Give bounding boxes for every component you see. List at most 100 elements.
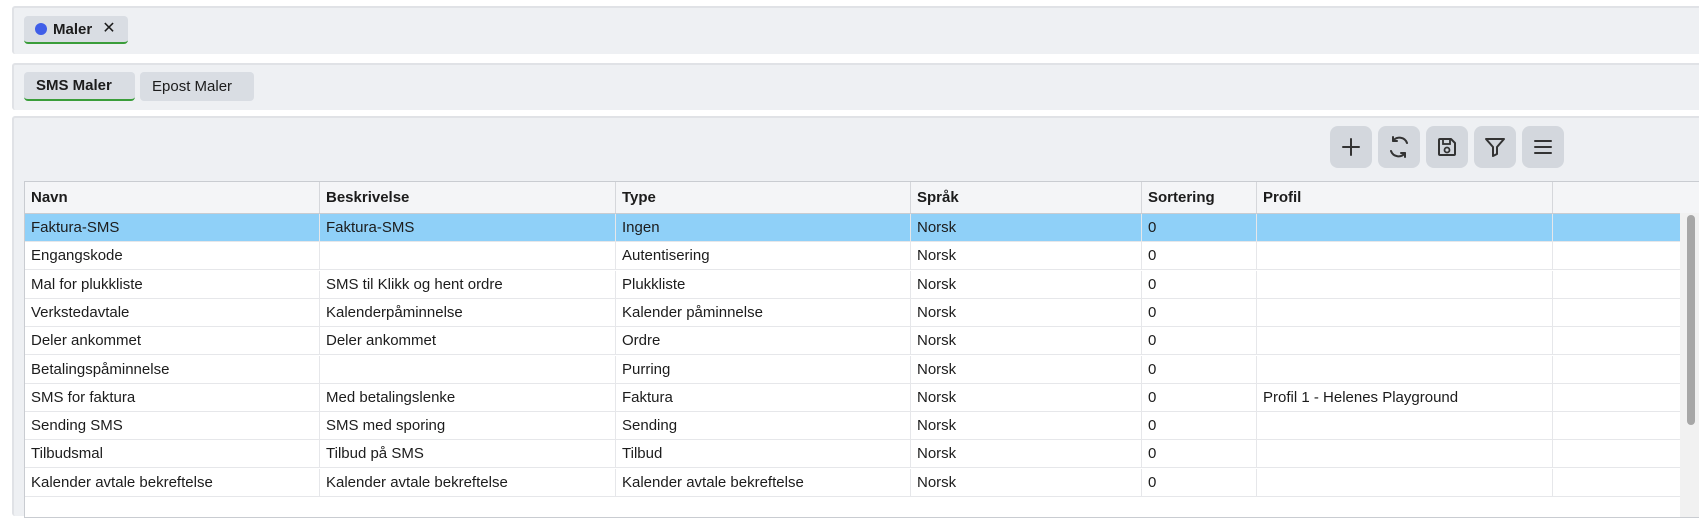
cell-navn: Kalender avtale bekreftelse (25, 468, 320, 496)
cell-sortering: 0 (1142, 298, 1257, 326)
cell-sortering: 0 (1142, 355, 1257, 383)
cell-type: Ordre (616, 327, 911, 355)
cell-beskrivelse: Kalender avtale bekreftelse (320, 468, 616, 496)
column-header-beskrivelse[interactable]: Beskrivelse (320, 182, 616, 213)
cell-beskrivelse (320, 355, 616, 383)
cell-type: Faktura (616, 383, 911, 411)
cell-type: Kalender avtale bekreftelse (616, 468, 911, 496)
cell-navn: Mal for plukkliste (25, 270, 320, 298)
tab-label: Epost Maler (152, 78, 233, 95)
cell-sprak: Norsk (911, 270, 1142, 298)
cell-sortering: 0 (1142, 468, 1257, 496)
cell-profil (1257, 270, 1553, 298)
status-dot-icon (35, 23, 47, 35)
cell-profil (1257, 355, 1553, 383)
cell-sortering: 0 (1142, 242, 1257, 270)
cell-navn: Sending SMS (25, 412, 320, 440)
table-row[interactable]: Verkstedavtale Kalenderpåminnelse Kalender… (25, 298, 1680, 327)
doc-tab-label: Maler (53, 20, 93, 38)
table-row[interactable]: Deler ankommet Deler ankommet Ordre Norsk 0 (25, 327, 1680, 356)
cell-profil (1257, 242, 1553, 270)
cell-navn: SMS for faktura (25, 383, 320, 411)
cell-beskrivelse: Tilbud på SMS (320, 440, 616, 468)
refresh-button[interactable] (1378, 126, 1420, 168)
column-header-profil[interactable]: Profil (1257, 182, 1553, 213)
scrollbar-thumb[interactable] (1687, 215, 1695, 425)
cell-sprak: Norsk (911, 214, 1142, 241)
cell-profil (1257, 214, 1553, 241)
menu-button[interactable] (1522, 126, 1564, 168)
cell-type: Sending (616, 412, 911, 440)
table-row[interactable]: Sending SMS SMS med sporing Sending Norsk 0 (25, 412, 1680, 441)
cell-beskrivelse: SMS til Klikk og hent ordre (320, 270, 616, 298)
cell-type: Plukkliste (616, 270, 911, 298)
table-row[interactable]: SMS for faktura Med betalingslenke Faktura… (25, 383, 1680, 412)
cell-navn: Engangskode (25, 242, 320, 270)
tab-label: SMS Maler (36, 77, 112, 94)
cell-beskrivelse (320, 242, 616, 270)
cell-sprak: Norsk (911, 298, 1142, 326)
column-header-sortering[interactable]: Sortering (1142, 182, 1257, 213)
filter-icon (1485, 138, 1505, 157)
cell-sprak: Norsk (911, 355, 1142, 383)
save-icon (1438, 138, 1456, 156)
table-header: Navn Beskrivelse Type Språk Sortering Pr… (25, 182, 1699, 214)
cell-sprak: Norsk (911, 412, 1142, 440)
menu-icon (1534, 140, 1552, 154)
table-row[interactable]: Engangskode Autentisering Norsk 0 (25, 242, 1680, 271)
close-icon[interactable]: ✕ (102, 21, 115, 37)
cell-sortering: 0 (1142, 327, 1257, 355)
cell-beskrivelse: Deler ankommet (320, 327, 616, 355)
plus-icon (1342, 138, 1360, 156)
tab-epost-maler[interactable]: Epost Maler (140, 72, 254, 101)
column-header-navn[interactable]: Navn (25, 182, 320, 213)
table-row[interactable]: Mal for plukkliste SMS til Klikk og hent … (25, 270, 1680, 299)
cell-navn: Faktura-SMS (25, 214, 320, 241)
cell-beskrivelse: Faktura-SMS (320, 214, 616, 241)
cell-type: Ingen (616, 214, 911, 241)
cell-sortering: 0 (1142, 440, 1257, 468)
cell-navn: Deler ankommet (25, 327, 320, 355)
refresh-icon (1390, 136, 1408, 158)
cell-profil (1257, 298, 1553, 326)
cell-sortering: 0 (1142, 214, 1257, 241)
document-tab-bar: Maler ✕ (12, 6, 1699, 54)
doc-tab-maler[interactable]: Maler ✕ (24, 16, 128, 44)
cell-sprak: Norsk (911, 383, 1142, 411)
save-button[interactable] (1426, 126, 1468, 168)
table-row[interactable]: Betalingspåminnelse Purring Norsk 0 (25, 355, 1680, 384)
cell-navn: Betalingspåminnelse (25, 355, 320, 383)
cell-profil (1257, 412, 1553, 440)
subtab-bar: SMS Maler Epost Maler (12, 63, 1699, 110)
cell-profil (1257, 468, 1553, 496)
main-panel: Navn Beskrivelse Type Språk Sortering Pr… (12, 116, 1699, 518)
cell-profil (1257, 327, 1553, 355)
filter-button[interactable] (1474, 126, 1516, 168)
cell-type: Purring (616, 355, 911, 383)
cell-navn: Tilbudsmal (25, 440, 320, 468)
table-row[interactable]: Tilbudsmal Tilbud på SMS Tilbud Norsk 0 (25, 440, 1680, 469)
column-header-type[interactable]: Type (616, 182, 911, 213)
templates-table: Navn Beskrivelse Type Språk Sortering Pr… (24, 181, 1699, 518)
table-row[interactable]: Faktura-SMS Faktura-SMS Ingen Norsk 0 (25, 214, 1680, 242)
cell-sprak: Norsk (911, 468, 1142, 496)
cell-profil: Profil 1 - Helenes Playground (1257, 383, 1553, 411)
cell-sortering: 0 (1142, 412, 1257, 440)
add-button[interactable] (1330, 126, 1372, 168)
cell-navn: Verkstedavtale (25, 298, 320, 326)
tab-sms-maler[interactable]: SMS Maler (24, 72, 135, 101)
cell-type: Kalender påminnelse (616, 298, 911, 326)
cell-sprak: Norsk (911, 440, 1142, 468)
cell-beskrivelse: SMS med sporing (320, 412, 616, 440)
table-row[interactable]: Kalender avtale bekreftelse Kalender avta… (25, 468, 1680, 497)
cell-beskrivelse: Med betalingslenke (320, 383, 616, 411)
column-header-sprak[interactable]: Språk (911, 182, 1142, 213)
cell-type: Tilbud (616, 440, 911, 468)
cell-sortering: 0 (1142, 270, 1257, 298)
cell-type: Autentisering (616, 242, 911, 270)
cell-beskrivelse: Kalenderpåminnelse (320, 298, 616, 326)
cell-sprak: Norsk (911, 327, 1142, 355)
cell-profil (1257, 440, 1553, 468)
cell-sortering: 0 (1142, 383, 1257, 411)
cell-sprak: Norsk (911, 242, 1142, 270)
